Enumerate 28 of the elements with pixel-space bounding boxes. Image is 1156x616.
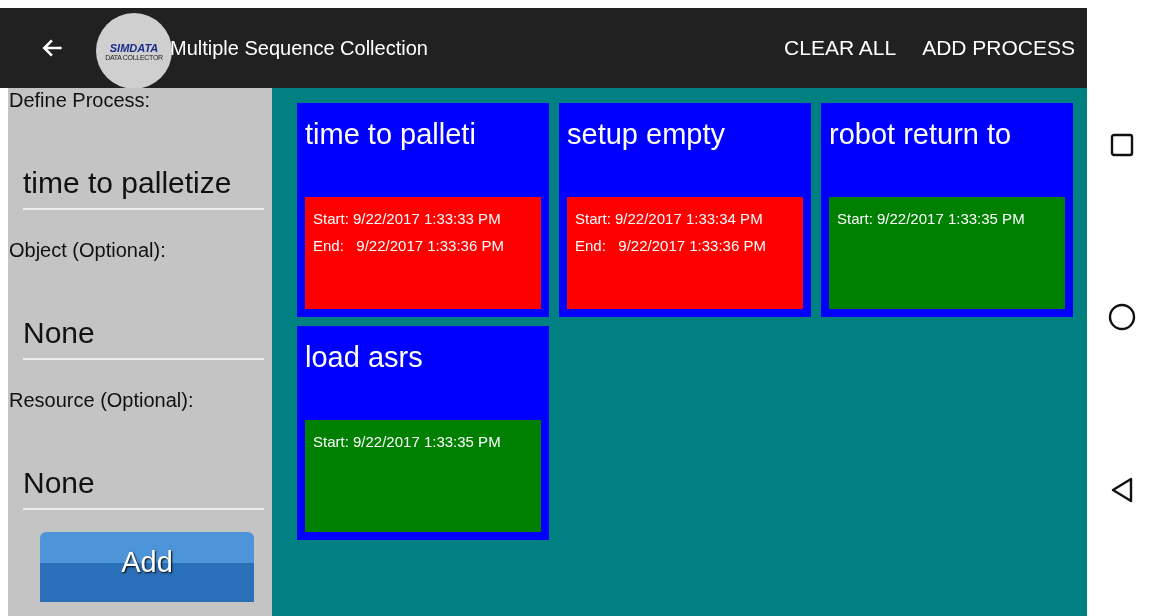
toolbar-action[interactable]: ADD PROCESS xyxy=(922,36,1075,60)
start-time: Start: 9/22/2017 1:33:34 PM xyxy=(575,209,764,228)
process-card[interactable]: time to palleti Start: 9/22/2017 1:33:33 PM End: 9/22/2017 1:33:36 PM xyxy=(297,103,549,317)
text-field[interactable]: None xyxy=(23,308,264,360)
process-card[interactable]: load asrs Start: 9/22/2017 1:33:35 PM xyxy=(297,326,549,540)
square-icon[interactable] xyxy=(1109,133,1134,157)
start-time: Start: 9/22/2017 1:33:35 PM xyxy=(837,209,1026,228)
process-name: robot return to xyxy=(829,117,1013,152)
toolbar-action[interactable]: CLEAR ALL xyxy=(784,36,897,60)
circle-icon[interactable] xyxy=(1107,303,1136,331)
add-button[interactable]: Add xyxy=(40,532,254,602)
end-time: End: 9/22/2017 1:33:36 PM xyxy=(313,236,505,255)
field-label: Resource (Optional): xyxy=(9,388,194,412)
process-name: setup empty xyxy=(567,117,726,152)
process-name: load asrs xyxy=(305,340,424,375)
end-time: End: 9/22/2017 1:33:36 PM xyxy=(575,236,767,255)
field-label: Object (Optional): xyxy=(9,238,166,262)
logo-text: SIMDATA xyxy=(109,41,159,54)
start-time: Start: 9/22/2017 1:33:35 PM xyxy=(313,432,502,451)
text-field[interactable]: None xyxy=(23,458,264,510)
process-card[interactable]: setup empty Start: 9/22/2017 1:33:34 PM End: 9/22/2017 1:33:36 PM xyxy=(559,103,811,317)
process-card[interactable]: robot return to Start: 9/22/2017 1:33:35 PM xyxy=(821,103,1073,317)
app-title: Multiple Sequence Collection xyxy=(170,36,428,60)
process-name: time to palleti xyxy=(305,117,477,152)
text-field[interactable]: time to palletize xyxy=(23,158,264,210)
field-label: Define Process: xyxy=(9,88,151,112)
start-time: Start: 9/22/2017 1:33:33 PM xyxy=(313,209,502,228)
triangle-icon[interactable] xyxy=(1110,477,1133,503)
